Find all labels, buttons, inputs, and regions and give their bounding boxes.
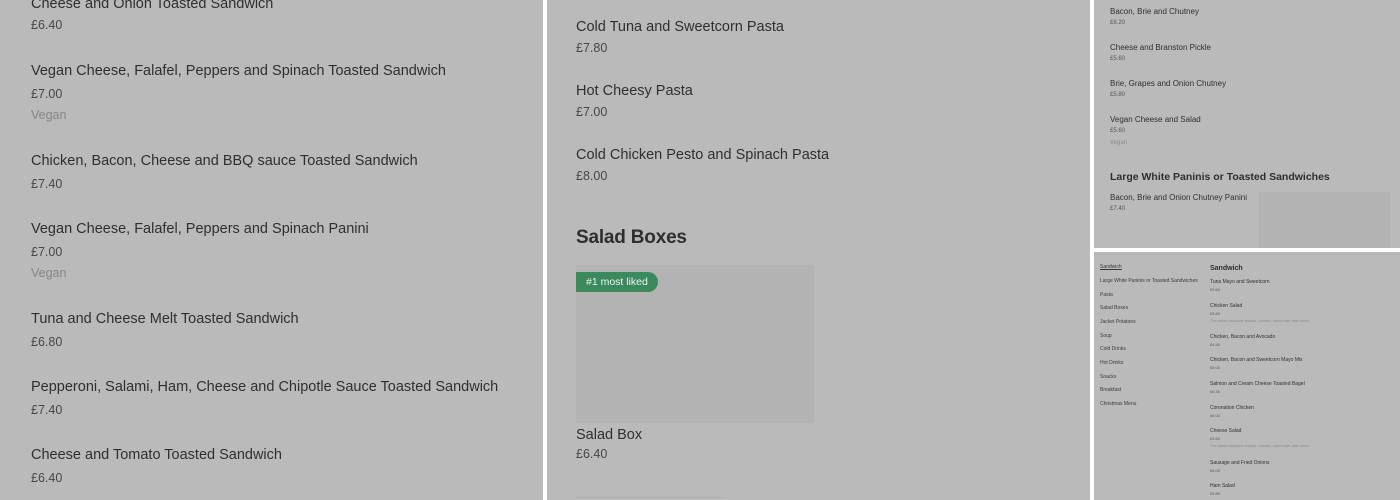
item-name[interactable]: Pepperoni, Salami, Ham, Cheese and Chipo…: [31, 379, 498, 395]
item-name[interactable]: Vegan Cheese, Falafel, Peppers and Spina…: [31, 221, 369, 237]
item-price: £5.80: [1210, 491, 1221, 496]
clipped-content: [576, 497, 726, 498]
item-price: £6.00: [1210, 413, 1221, 418]
item-price: £6.40: [31, 471, 63, 485]
item-name[interactable]: Brie, Grapes and Onion Chutney: [1110, 79, 1226, 88]
most-liked-badge: #1 most liked: [576, 272, 658, 292]
item-price: £5.60: [1210, 287, 1221, 292]
item-name[interactable]: Tuna Mayo and Sweetcorn: [1210, 279, 1270, 285]
item-price: £5.60: [1110, 56, 1126, 62]
nav-item-hot-drinks[interactable]: Hot Drinks: [1100, 360, 1123, 366]
item-price: £5.80: [1210, 311, 1221, 316]
item-name[interactable]: Cold Chicken Pesto and Spinach Pasta: [576, 147, 829, 163]
item-name[interactable]: Vegan Cheese and Salad: [1110, 115, 1201, 124]
nav-item-snacks[interactable]: Snacks: [1100, 374, 1116, 380]
item-price: £7.00: [31, 245, 63, 259]
item-price: £8.00: [576, 169, 608, 183]
vegan-tag: Vegan: [31, 266, 67, 280]
menu-overview-panel: Sandwich Large White Paninis or Toasted …: [1094, 252, 1400, 500]
section-heading: Sandwich: [1210, 265, 1243, 272]
item-name[interactable]: Cheese Salad: [1210, 428, 1241, 434]
vegan-tag: Vegan: [31, 108, 67, 122]
menu-list-panel-toasted: Cheese and Onion Toasted Sandwich £6.40 …: [0, 0, 543, 500]
nav-item-salad-boxes[interactable]: Salad Boxes: [1100, 305, 1128, 311]
item-price: £6.00: [1210, 468, 1221, 473]
item-name[interactable]: Coronation Chicken: [1210, 405, 1254, 411]
item-name[interactable]: Chicken Salad: [1210, 303, 1242, 309]
item-price: £7.00: [31, 87, 63, 101]
menu-list-panel-sandwich: Bacon, Brie and Chutney £6.20 Cheese and…: [1094, 0, 1400, 248]
item-price: £6.40: [1210, 342, 1221, 347]
item-name[interactable]: Cheese and Tomato Toasted Sandwich: [31, 447, 282, 463]
divider: [1094, 254, 1400, 255]
item-name[interactable]: Bacon, Brie and Chutney: [1110, 7, 1199, 16]
item-price: £6.40: [576, 447, 608, 461]
item-name[interactable]: Tuna and Cheese Melt Toasted Sandwich: [31, 311, 299, 327]
item-price: £7.80: [576, 41, 608, 55]
nav-item-christmas-menu[interactable]: Christmas Menu: [1100, 401, 1136, 407]
section-heading: Salad Boxes: [576, 227, 687, 248]
item-name[interactable]: Cheese and Onion Toasted Sandwich: [31, 0, 273, 12]
section-heading: Large White Paninis or Toasted Sandwiche…: [1110, 171, 1330, 183]
item-price: £6.00: [1210, 365, 1221, 370]
menu-list-panel-pasta: Cold Tuna and Sweetcorn Pasta £7.80 Hot …: [547, 0, 1090, 500]
item-name[interactable]: Cold Tuna and Sweetcorn Pasta: [576, 19, 784, 35]
item-price: £6.40: [31, 18, 63, 32]
item-name[interactable]: Cheese and Branston Pickle: [1110, 43, 1211, 52]
panini-image[interactable]: [1259, 192, 1390, 248]
vegan-tag: Vegan: [1110, 140, 1128, 146]
item-name[interactable]: Hot Cheesy Pasta: [576, 83, 693, 99]
item-price: £7.00: [576, 105, 608, 119]
nav-item-jacket-potatoes[interactable]: Jacket Potatoes: [1100, 319, 1136, 325]
nav-item-large-white-paninis[interactable]: Large White Paninis or Toasted Sandwiche…: [1100, 278, 1198, 284]
item-name[interactable]: Vegan Cheese, Falafel, Peppers and Spina…: [31, 63, 446, 79]
item-price: £5.80: [1110, 92, 1126, 98]
item-price: £7.40: [31, 403, 63, 417]
item-price: £5.60: [1110, 128, 1126, 134]
nav-item-sandwich[interactable]: Sandwich: [1100, 264, 1122, 270]
item-price: £7.40: [1110, 206, 1126, 212]
item-description: The salad includes lettuce, tomato, cucu…: [1210, 443, 1310, 448]
item-description: The salad includes lettuce, tomato, cucu…: [1210, 318, 1310, 323]
item-name[interactable]: Chicken, Bacon and Avocado: [1210, 334, 1275, 340]
item-price: £6.80: [31, 335, 63, 349]
nav-item-soup[interactable]: Soup: [1100, 333, 1112, 339]
item-name[interactable]: Sausage and Fried Onions: [1210, 460, 1269, 466]
item-price: £6.20: [1110, 20, 1126, 26]
item-name[interactable]: Bacon, Brie and Onion Chutney Panini: [1110, 193, 1247, 202]
item-name[interactable]: Salad Box: [576, 427, 642, 443]
nav-item-breakfast[interactable]: Breakfast: [1100, 387, 1121, 393]
item-name[interactable]: Ham Salad: [1210, 483, 1235, 489]
item-name[interactable]: Chicken, Bacon, Cheese and BBQ sauce Toa…: [31, 153, 418, 169]
nav-item-cold-drinks[interactable]: Cold Drinks: [1100, 346, 1126, 352]
item-price: £5.60: [1210, 436, 1221, 441]
nav-item-pasta[interactable]: Pasta: [1100, 292, 1113, 298]
item-price: £6.40: [1210, 389, 1221, 394]
item-name[interactable]: Chicken, Bacon and Sweetcorn Mayo Mix: [1210, 357, 1303, 363]
item-name[interactable]: Salmon and Cream Cheese Toasted Bagel: [1210, 381, 1305, 387]
item-price: £7.40: [31, 177, 63, 191]
